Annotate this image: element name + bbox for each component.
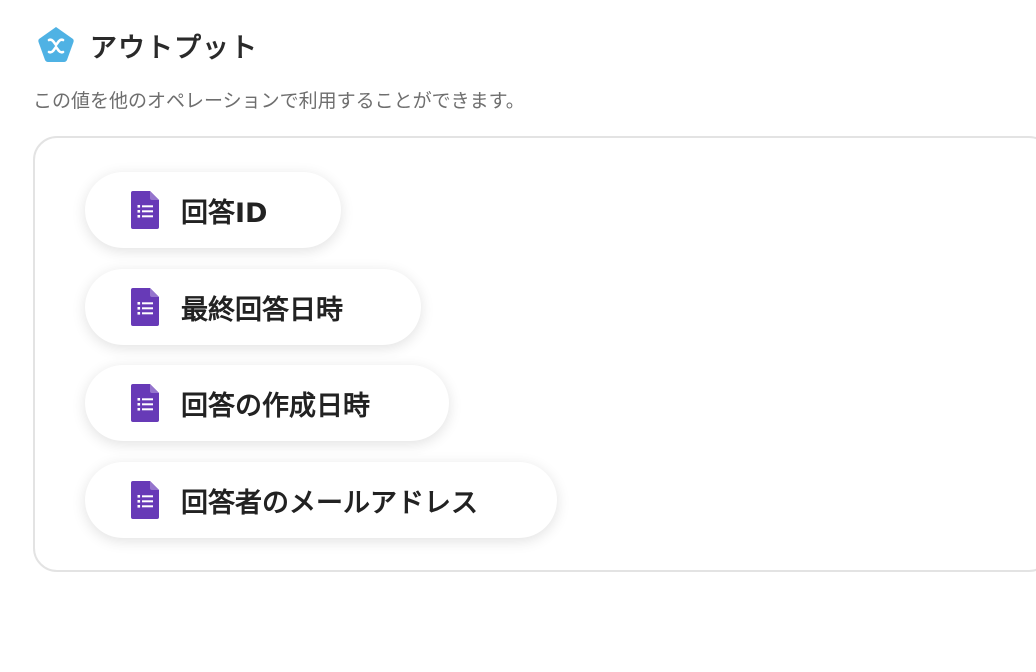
output-chip-respondent-email[interactable]: 回答者のメールアドレス [85, 462, 557, 538]
output-description: この値を他のオペレーションで利用することができます。 [33, 90, 525, 112]
output-chip-response-id[interactable]: 回答ID [85, 172, 341, 248]
output-chip-label: 回答者のメールアドレス [181, 487, 478, 519]
page-title: アウトプット [90, 32, 258, 64]
output-chip-label: 回答ID [181, 197, 268, 229]
google-forms-icon [131, 191, 159, 229]
output-chip-created-at[interactable]: 回答の作成日時 [85, 365, 449, 441]
output-header: アウトプット [36, 25, 258, 65]
output-list-panel: 回答ID 最終回答日時 回答の作成日時 回答者のメールアドレス [33, 136, 1036, 572]
google-forms-icon [131, 481, 159, 519]
google-forms-icon [131, 384, 159, 422]
yoom-logo-icon [38, 27, 74, 62]
output-chip-label: 最終回答日時 [181, 294, 343, 326]
google-forms-icon [131, 288, 159, 326]
output-chip-label: 回答の作成日時 [181, 390, 370, 422]
output-chip-last-answered-at[interactable]: 最終回答日時 [85, 269, 421, 345]
